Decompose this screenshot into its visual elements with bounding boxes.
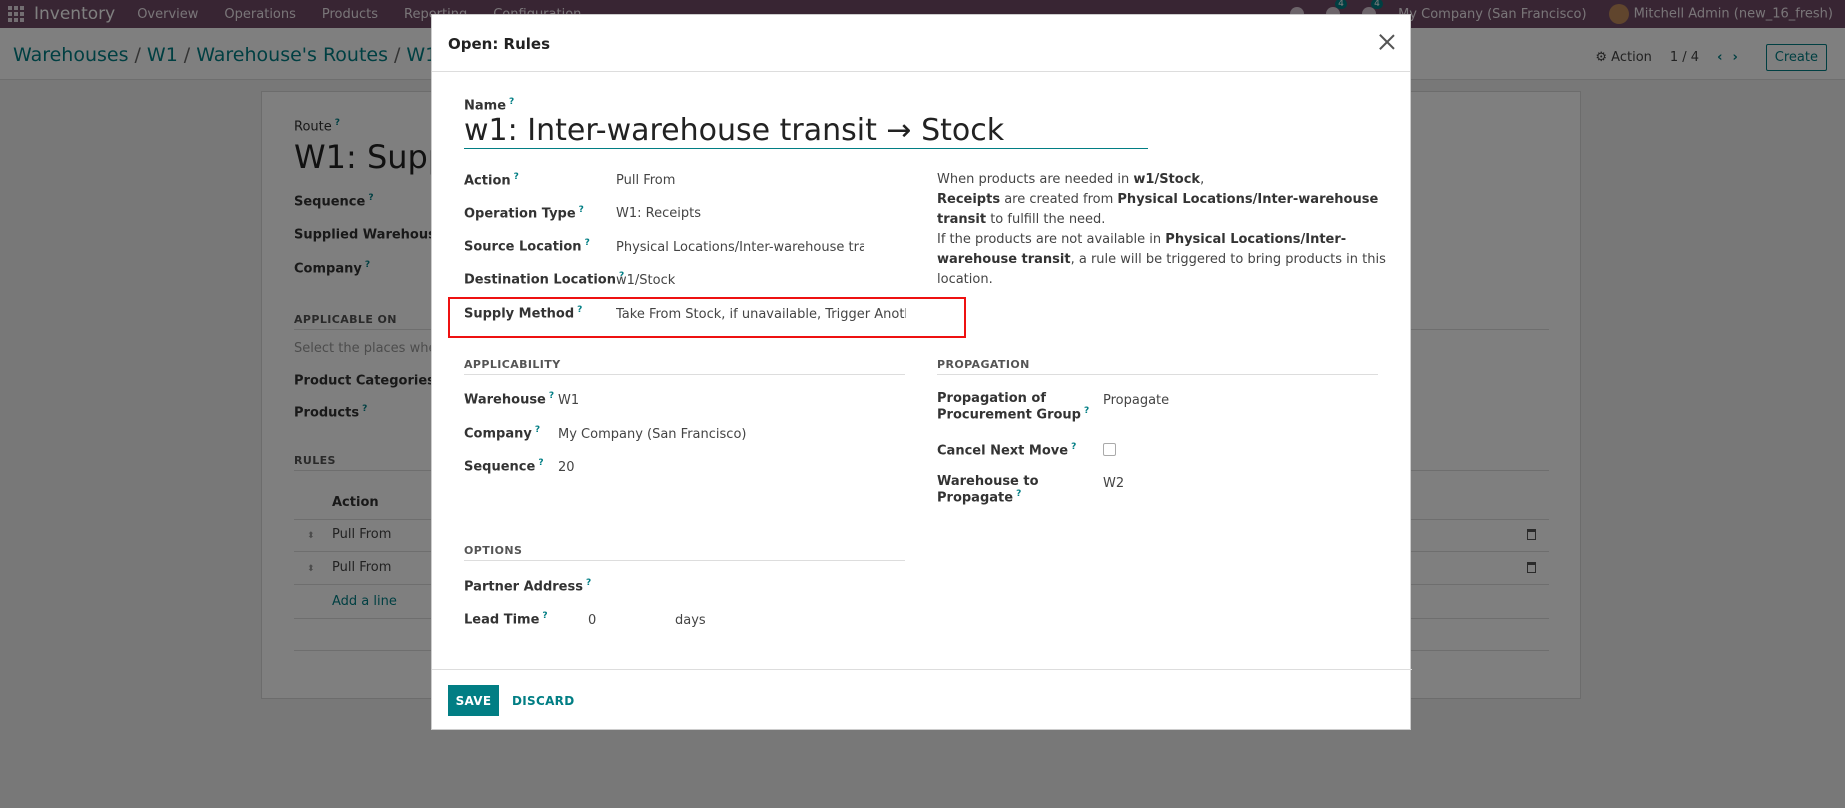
action-label: Action? [464, 172, 519, 189]
lead-time-unit: days [675, 613, 706, 628]
source-location-label: Source Location? [464, 238, 590, 255]
cancel-next-move-label: Cancel Next Move? [937, 442, 1077, 459]
sequence-label: Sequence? [464, 458, 544, 475]
company-field[interactable]: My Company (San Francisco) [558, 427, 746, 442]
warehouse-label: Warehouse? [464, 391, 555, 408]
operation-type-label: Operation Type? [464, 205, 584, 222]
applicability-title: APPLICABILITY [464, 358, 561, 371]
propagation-title: PROPAGATION [937, 358, 1030, 371]
source-location-field[interactable]: Physical Locations/Inter-warehouse trans… [616, 240, 864, 255]
propagation-group-label: Propagation of Procurement Group? [937, 391, 1090, 423]
name-label: Name? [464, 97, 515, 114]
supply-method-label: Supply Method? [464, 305, 583, 322]
rule-explanation: When products are needed in w1/Stock, Re… [937, 172, 1386, 287]
close-icon[interactable] [1378, 33, 1396, 51]
dialog-header: Open: Rules [432, 15, 1410, 72]
destination-location-field[interactable]: w1/Stock [616, 273, 675, 288]
supply-method-select[interactable]: Take From Stock, if unavailable, Trigger… [616, 307, 906, 322]
warehouse-field[interactable]: W1 [558, 393, 579, 408]
save-button[interactable]: SAVE [448, 685, 499, 716]
sequence-field[interactable]: 20 [558, 460, 575, 475]
operation-type-field[interactable]: W1: Receipts [616, 206, 701, 221]
warehouse-to-propagate-label: Warehouse to Propagate? [937, 474, 1039, 506]
discard-button[interactable]: DISCARD [512, 685, 574, 716]
dialog-title: Open: Rules [448, 35, 551, 53]
company-label: Company? [464, 425, 541, 442]
partner-address-label: Partner Address? [464, 578, 592, 595]
propagation-group-select[interactable]: Propagate [1103, 393, 1169, 408]
destination-location-label: Destination Location? [464, 271, 625, 288]
action-select[interactable]: Pull From [616, 173, 675, 188]
name-input[interactable] [464, 113, 1148, 149]
lead-time-label: Lead Time? [464, 611, 548, 628]
warehouse-to-propagate-field[interactable]: W2 [1103, 476, 1124, 491]
lead-time-input[interactable]: 0 [588, 613, 596, 628]
options-title: OPTIONS [464, 544, 523, 557]
rules-dialog: Open: Rules Name? Action? Pull From Oper… [431, 14, 1412, 730]
cancel-next-move-checkbox[interactable] [1103, 443, 1116, 456]
